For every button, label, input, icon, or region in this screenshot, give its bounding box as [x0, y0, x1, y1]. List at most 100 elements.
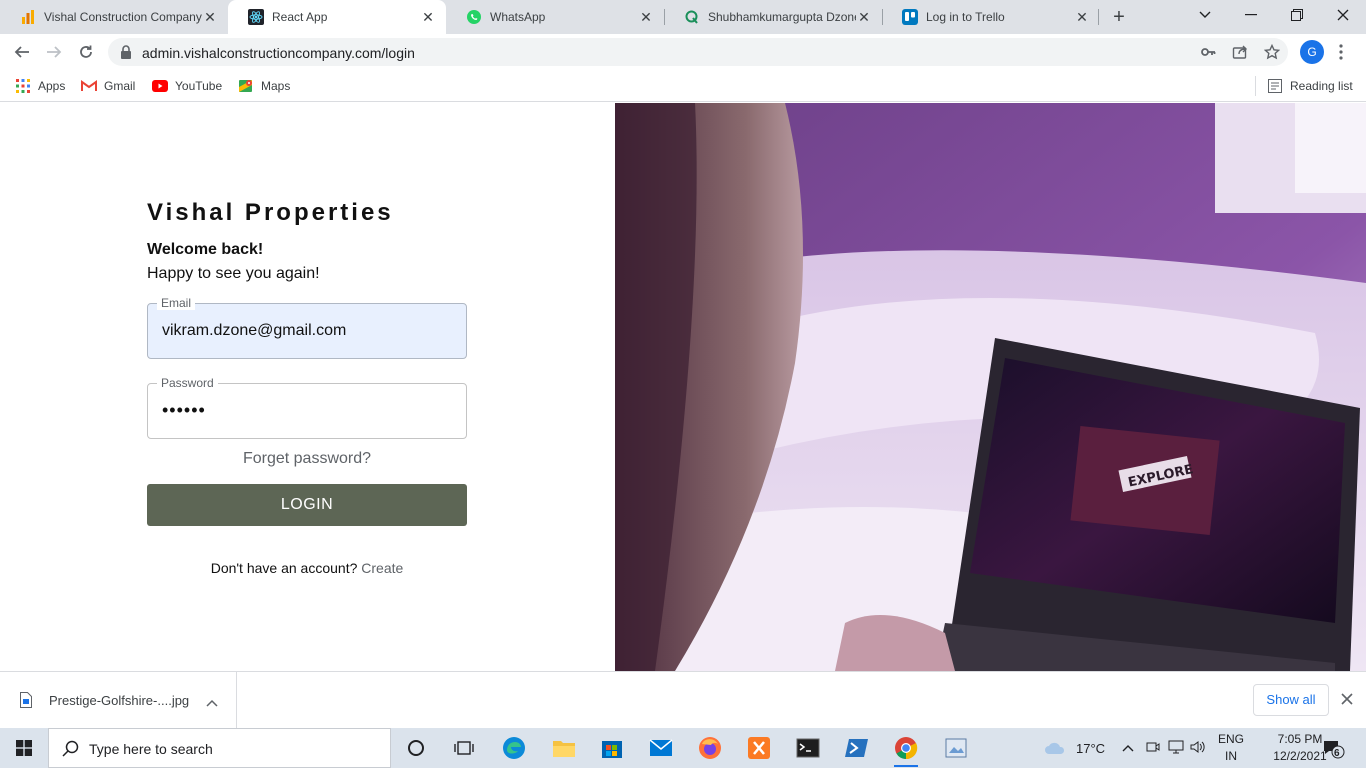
reading-list-button[interactable]: Reading list — [1267, 76, 1353, 96]
tab-search-button[interactable] — [1182, 0, 1228, 30]
forward-button[interactable] — [40, 38, 68, 66]
back-arrow-icon — [14, 46, 29, 58]
maps-icon — [238, 78, 254, 94]
close-tab-icon[interactable]: ✕ — [856, 9, 872, 25]
bookmark-apps[interactable]: Apps — [15, 76, 65, 96]
menu-dots-icon[interactable] — [1338, 42, 1344, 62]
address-bar[interactable]: admin.vishalconstructioncompany.com/logi… — [108, 38, 1288, 66]
network-icon[interactable] — [1168, 740, 1184, 757]
xampp-icon[interactable] — [743, 732, 775, 764]
task-view-icon[interactable] — [448, 732, 480, 764]
download-file-name: Prestige-Golfshire-....jpg — [49, 693, 190, 708]
show-all-button[interactable]: Show all — [1253, 684, 1329, 716]
volume-icon[interactable] — [1190, 740, 1206, 757]
search-icon — [62, 740, 80, 763]
tab-separator — [1098, 9, 1099, 25]
powershell-icon[interactable] — [841, 732, 873, 764]
windows-taskbar: Type here to search 17°C ENG IN 7:05 PM … — [0, 728, 1366, 768]
minimize-icon — [1245, 14, 1257, 16]
close-tab-icon[interactable]: ✕ — [1074, 9, 1090, 25]
meet-now-icon[interactable] — [1146, 740, 1160, 757]
start-button[interactable] — [0, 728, 48, 768]
chevron-up-icon[interactable] — [1122, 741, 1134, 755]
tab-quora[interactable]: Shubhamkumargupta Dzone ✕ — [664, 0, 882, 34]
weather-icon[interactable] — [1044, 741, 1066, 758]
welcome-subtitle: Happy to see you again! — [147, 265, 320, 282]
trello-icon — [902, 9, 918, 25]
close-tab-icon[interactable]: ✕ — [420, 9, 436, 25]
tab-react-app[interactable]: React App ✕ — [228, 0, 446, 34]
tab-title: WhatsApp — [490, 10, 546, 24]
gmail-icon — [81, 78, 97, 94]
edge-icon[interactable] — [498, 732, 530, 764]
temperature-text[interactable]: 17°C — [1076, 741, 1105, 756]
share-icon[interactable] — [1232, 44, 1248, 60]
email-field[interactable]: Email vikram.dzone@gmail.com — [147, 296, 467, 359]
tab-title: React App — [272, 10, 328, 24]
restore-button[interactable] — [1274, 0, 1320, 30]
password-label: Password — [157, 376, 218, 390]
close-window-button[interactable] — [1320, 0, 1366, 30]
download-item[interactable]: Prestige-Golfshire-....jpg — [0, 672, 237, 728]
close-tab-icon[interactable]: ✕ — [638, 9, 654, 25]
file-icon — [20, 692, 32, 713]
minimize-button[interactable] — [1228, 0, 1274, 30]
bookmark-gmail[interactable]: Gmail — [81, 76, 135, 96]
tab-title: Shubhamkumargupta Dzone — [708, 10, 856, 24]
create-account-link[interactable]: Create — [361, 560, 403, 576]
language-code: ENG — [1217, 732, 1244, 746]
close-icon — [1337, 9, 1349, 21]
lock-icon[interactable] — [120, 45, 132, 64]
chrome-icon[interactable] — [890, 732, 922, 767]
bookmark-star-icon[interactable] — [1263, 43, 1281, 60]
react-icon — [248, 9, 264, 25]
tab-strip: Vishal Construction Company ✕ React App … — [0, 0, 1366, 34]
chart-icon — [20, 9, 36, 25]
youtube-icon — [152, 78, 168, 94]
new-tab-button[interactable]: + — [1109, 6, 1129, 28]
bookmarks-bar: Apps Gmail YouTube Maps Reading list — [0, 70, 1366, 102]
cortana-icon[interactable] — [400, 732, 432, 764]
reload-icon — [80, 45, 92, 58]
hero-illustration: EXPLORE — [615, 103, 1366, 671]
tab-title: Vishal Construction Company — [44, 10, 202, 24]
hero-image: EXPLORE — [615, 103, 1366, 671]
bookmark-youtube[interactable]: YouTube — [152, 76, 222, 96]
brand-title: Vishal Properties — [147, 199, 394, 226]
file-explorer-icon[interactable] — [548, 732, 580, 764]
notification-count: 6 — [1334, 748, 1340, 759]
search-placeholder: Type here to search — [89, 741, 213, 757]
reading-list-label: Reading list — [1290, 79, 1353, 93]
browser-toolbar: admin.vishalconstructioncompany.com/logi… — [0, 34, 1366, 70]
bookmark-label: Gmail — [104, 79, 136, 93]
url-text: admin.vishalconstructioncompany.com/logi… — [142, 45, 415, 61]
terminal-icon[interactable] — [792, 732, 824, 764]
forward-arrow-icon — [47, 46, 62, 58]
paint-icon[interactable] — [940, 732, 972, 764]
download-bar: Prestige-Golfshire-....jpg Show all — [0, 671, 1366, 728]
password-field[interactable]: Password •••••• — [147, 376, 467, 439]
bookmark-maps[interactable]: Maps — [238, 76, 290, 96]
tab-whatsapp[interactable]: WhatsApp ✕ — [446, 0, 664, 34]
login-button[interactable]: LOGIN — [147, 484, 467, 526]
signup-prompt: Don't have an account? Create — [147, 560, 467, 576]
forget-password-link[interactable]: Forget password? — [147, 450, 467, 468]
mail-icon[interactable] — [645, 732, 677, 764]
profile-avatar[interactable]: G — [1300, 40, 1324, 64]
tab-vishal-construction[interactable]: Vishal Construction Company ✕ — [0, 0, 228, 34]
close-tab-icon[interactable]: ✕ — [202, 9, 218, 25]
tab-trello[interactable]: Log in to Trello ✕ — [882, 0, 1100, 34]
bookmark-label: Apps — [38, 79, 66, 93]
back-button[interactable] — [8, 38, 36, 66]
taskbar-search-box[interactable]: Type here to search — [48, 728, 391, 768]
chevron-down-icon — [1199, 11, 1211, 18]
restore-icon — [1291, 9, 1303, 21]
q-icon — [684, 9, 700, 25]
language-indicator[interactable]: ENG IN — [1214, 731, 1248, 765]
reload-button[interactable] — [72, 38, 100, 66]
chevron-up-icon[interactable] — [206, 694, 218, 712]
firefox-icon[interactable] — [694, 732, 726, 764]
store-icon[interactable] — [596, 732, 628, 764]
key-icon[interactable] — [1200, 44, 1216, 60]
close-icon[interactable] — [1340, 692, 1354, 711]
